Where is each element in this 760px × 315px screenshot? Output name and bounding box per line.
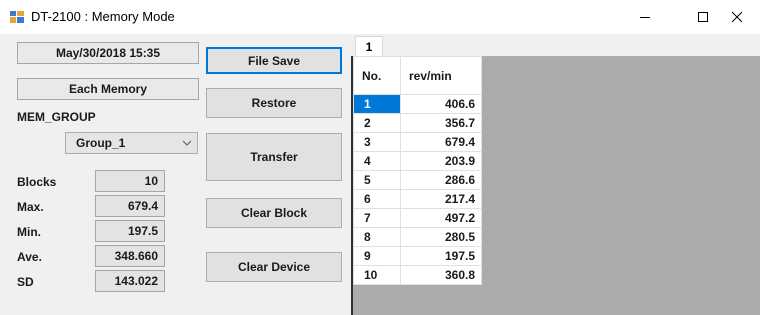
title-bar: DT-2100 : Memory Mode: [0, 0, 760, 34]
table-row[interactable]: 2 356.7: [353, 113, 482, 133]
column-header-no[interactable]: No.: [353, 56, 401, 95]
chevron-down-icon: [182, 140, 192, 146]
table-row[interactable]: 8 280.5: [353, 227, 482, 247]
minimize-icon: [640, 17, 650, 18]
ave-value: 348.660: [95, 245, 165, 267]
row-value[interactable]: 356.7: [400, 113, 482, 133]
table-row[interactable]: 4 203.9: [353, 151, 482, 171]
row-number[interactable]: 10: [353, 265, 401, 285]
row-value[interactable]: 203.9: [400, 151, 482, 171]
sd-label: SD: [17, 275, 34, 289]
sd-value: 143.022: [95, 270, 165, 292]
row-value[interactable]: 406.6: [400, 94, 482, 114]
table-row[interactable]: 6 217.4: [353, 189, 482, 209]
close-icon: [731, 11, 743, 23]
table-row[interactable]: 10 360.8: [353, 265, 482, 285]
window-title: DT-2100 : Memory Mode: [31, 9, 175, 24]
clear-block-button[interactable]: Clear Block: [206, 198, 342, 228]
table-row[interactable]: 1 406.6: [353, 94, 482, 114]
mem-group-label: MEM_GROUP: [17, 110, 96, 124]
tab-control: 1 No. rev/min 1 406.6 2 356.7 3 679.4 4 …: [351, 34, 760, 315]
table-header-row: No. rev/min: [353, 56, 482, 95]
row-number[interactable]: 1: [353, 94, 401, 114]
max-value: 679.4: [95, 195, 165, 217]
data-grid: No. rev/min 1 406.6 2 356.7 3 679.4 4 20…: [351, 56, 760, 315]
table-row[interactable]: 5 286.6: [353, 170, 482, 190]
datetime-display: May/30/2018 15:35: [17, 42, 199, 64]
row-value[interactable]: 497.2: [400, 208, 482, 228]
group-select[interactable]: Group_1: [65, 132, 198, 154]
min-label: Min.: [17, 225, 41, 239]
row-number[interactable]: 5: [353, 170, 401, 190]
maximize-icon: [698, 12, 708, 22]
row-number[interactable]: 9: [353, 246, 401, 266]
row-value[interactable]: 360.8: [400, 265, 482, 285]
row-value[interactable]: 679.4: [400, 132, 482, 152]
restore-button[interactable]: Restore: [206, 88, 342, 118]
row-number[interactable]: 7: [353, 208, 401, 228]
row-value[interactable]: 280.5: [400, 227, 482, 247]
column-header-rev-min[interactable]: rev/min: [400, 56, 482, 95]
blocks-label: Blocks: [17, 175, 57, 189]
file-save-button[interactable]: File Save: [206, 47, 342, 74]
close-button[interactable]: [714, 0, 760, 34]
data-table: No. rev/min 1 406.6 2 356.7 3 679.4 4 20…: [353, 56, 482, 285]
tab-strip: [387, 36, 760, 56]
row-number[interactable]: 4: [353, 151, 401, 171]
clear-device-button[interactable]: Clear Device: [206, 252, 342, 282]
row-number[interactable]: 6: [353, 189, 401, 209]
row-value[interactable]: 197.5: [400, 246, 482, 266]
group-select-value: Group_1: [76, 136, 126, 150]
app-window-icon: [10, 11, 24, 23]
min-value: 197.5: [95, 220, 165, 242]
max-label: Max.: [17, 200, 44, 214]
row-value[interactable]: 286.6: [400, 170, 482, 190]
minimize-button[interactable]: [622, 0, 668, 34]
table-row[interactable]: 3 679.4: [353, 132, 482, 152]
row-number[interactable]: 3: [353, 132, 401, 152]
row-number[interactable]: 8: [353, 227, 401, 247]
table-row[interactable]: 7 497.2: [353, 208, 482, 228]
tab-1[interactable]: 1: [355, 36, 383, 56]
ave-label: Ave.: [17, 250, 42, 264]
transfer-button[interactable]: Transfer: [206, 133, 342, 181]
blocks-value: 10: [95, 170, 165, 192]
row-value[interactable]: 217.4: [400, 189, 482, 209]
table-row[interactable]: 9 197.5: [353, 246, 482, 266]
row-number[interactable]: 2: [353, 113, 401, 133]
memory-mode-display: Each Memory: [17, 78, 199, 100]
